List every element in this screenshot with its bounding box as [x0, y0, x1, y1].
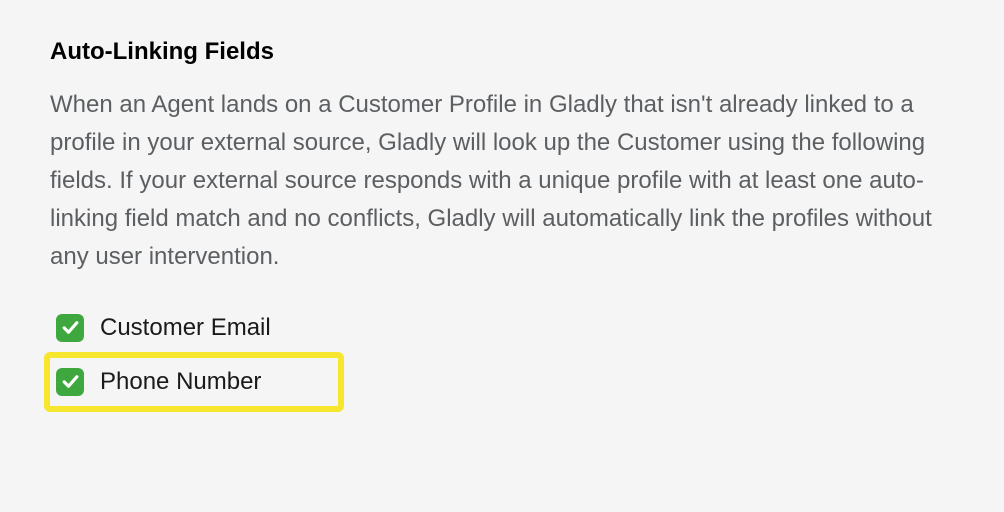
section-description: When an Agent lands on a Customer Profil… — [50, 86, 954, 276]
checkbox-phone-number[interactable] — [56, 368, 84, 396]
checkbox-list: Customer Email Phone Number — [50, 304, 954, 412]
section-title: Auto-Linking Fields — [50, 38, 954, 66]
checkbox-customer-email[interactable] — [56, 314, 84, 342]
checkbox-row-customer-email: Customer Email — [50, 304, 954, 352]
checkmark-icon — [61, 318, 80, 337]
checkmark-icon — [61, 372, 80, 391]
checkbox-label: Phone Number — [100, 368, 261, 396]
checkbox-row-phone-number: Phone Number — [44, 352, 344, 412]
checkbox-label: Customer Email — [100, 314, 271, 342]
